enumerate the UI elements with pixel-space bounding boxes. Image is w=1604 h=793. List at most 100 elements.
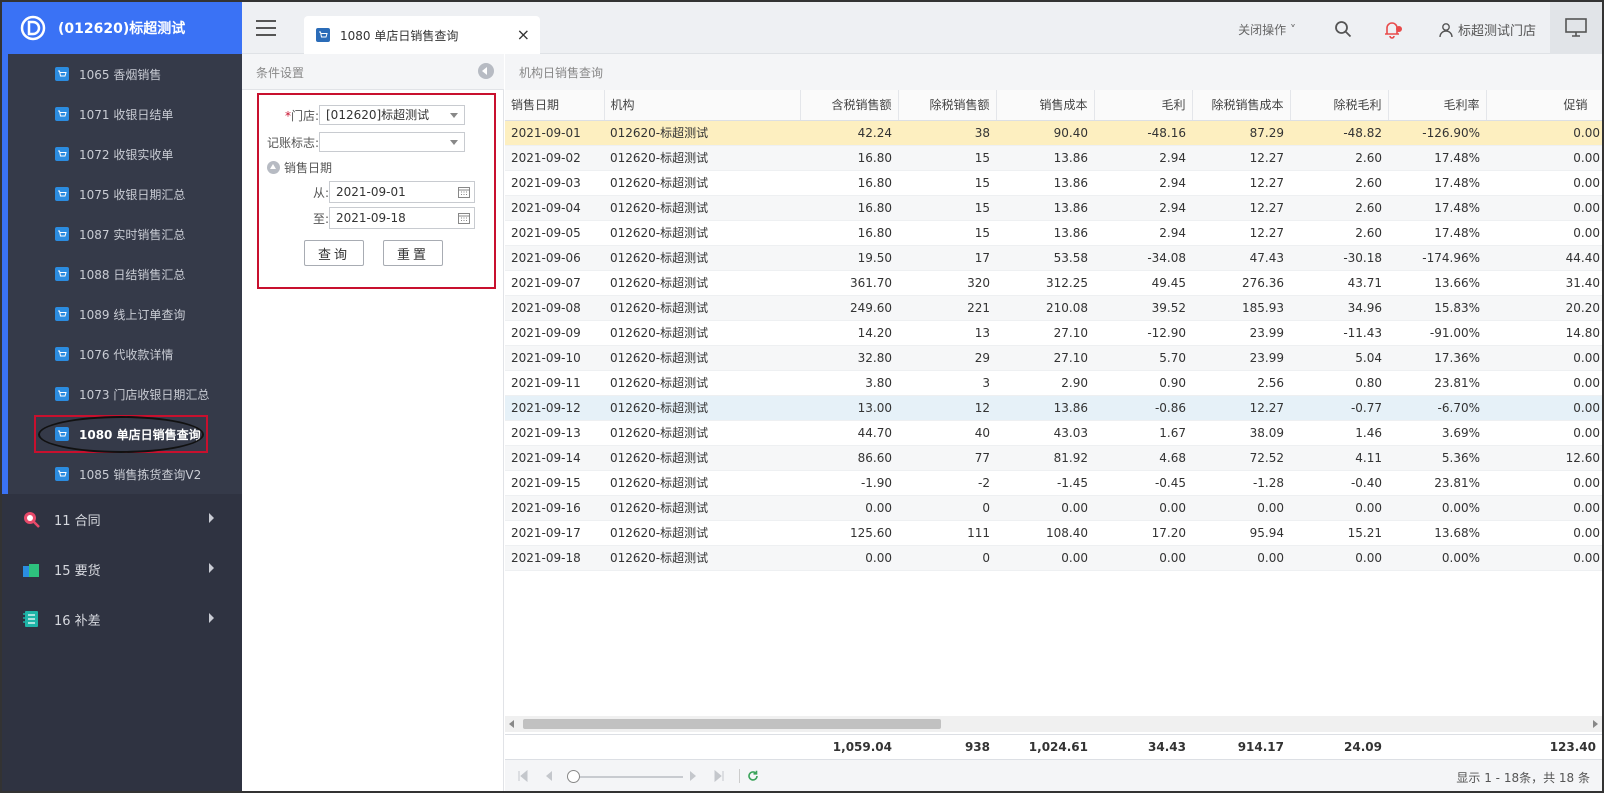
column-header[interactable]: 除税销售成本 [1192,90,1291,121]
table-cell: 4.11 [1290,445,1388,471]
sidebar-item-1075[interactable]: 1075 收银日期汇总 [2,174,242,214]
column-header[interactable]: 促销 [1486,90,1602,121]
sidebar-group-contract[interactable]: 11 合同 [2,494,242,544]
sidebar-item-1080[interactable]: 1080 单店日销售查询 [2,414,242,454]
scroll-right-icon[interactable] [1593,720,1598,728]
table-row[interactable]: 2021-09-07 012620-标超测试 361.70 320 312.25 49.4… [505,270,1602,296]
conditions-form: *门店: [012620]标超测试 记账标志: 销售日期 从: 2021-09-… [257,93,496,289]
sidebar-item-1087[interactable]: 1087 实时销售汇总 [2,214,242,254]
column-header[interactable]: 毛利 [1094,90,1193,121]
table-cell: 12 [898,395,996,421]
hamburger-menu-icon[interactable] [256,20,276,36]
query-button[interactable]: 查询 [304,240,364,266]
sidebar-item-label: 1072 收银实收单 [79,147,174,162]
table-cell: 012620-标超测试 [604,170,800,196]
sidebar-item-1076[interactable]: 1076 代收款详情 [2,334,242,374]
search-icon[interactable] [1334,20,1352,38]
table-cell: 5.70 [1094,345,1192,371]
refresh-icon[interactable] [747,770,759,782]
calendar-icon[interactable] [458,212,470,224]
to-row: 至: 2021-09-18 [259,207,475,229]
column-header[interactable]: 销售日期 [505,90,605,121]
horizontal-scrollbar[interactable] [505,716,1602,732]
table-cell: 12.27 [1192,195,1290,221]
page-slider-track[interactable] [571,776,683,778]
monitor-button[interactable] [1550,2,1602,54]
sidebar-item-1065[interactable]: 1065 香烟销售 [2,54,242,94]
next-page-icon[interactable] [687,770,699,782]
table-row[interactable]: 2021-09-05 012620-标超测试 16.80 15 13.86 2.94 12.… [505,220,1602,246]
table-row[interactable]: 2021-09-09 012620-标超测试 14.20 13 27.10 -12.90 2… [505,320,1602,346]
table-cell: 12.27 [1192,145,1290,171]
table-cell: 1.46 [1290,420,1388,446]
reset-button[interactable]: 重置 [383,240,443,266]
store-row: *门店: [012620]标超测试 [259,105,465,125]
calendar-icon[interactable] [458,186,470,198]
account-flag-select[interactable] [319,132,465,152]
scrollbar-thumb[interactable] [523,719,941,729]
collapse-left-icon[interactable] [478,63,494,79]
table-cell: 17.20 [1094,520,1192,546]
page-slider-handle[interactable] [567,770,580,783]
table-row[interactable]: 2021-09-15 012620-标超测试 -1.90 -2 -1.45 -0.45 -1… [505,470,1602,496]
table-row[interactable]: 2021-09-03 012620-标超测试 16.80 15 13.86 2.94 12.… [505,170,1602,196]
table-body: 2021-09-01 012620-标超测试 42.24 38 90.40 -48.16 8… [505,120,1602,571]
sidebar-item-1089[interactable]: 1089 线上订单查询 [2,294,242,334]
sale-date-section[interactable]: 销售日期 [267,159,332,176]
table-row[interactable]: 2021-09-04 012620-标超测试 16.80 15 13.86 2.94 12.… [505,195,1602,221]
table-cell: -12.90 [1094,320,1192,346]
caret-right-icon [209,563,214,573]
table-cell: 2.56 [1192,370,1290,396]
store-select[interactable]: [012620]标超测试 [319,105,465,125]
sidebar-item-1073[interactable]: 1073 门店收银日期汇总 [2,374,242,414]
sidebar-group-diff[interactable]: 16 补差 [2,594,242,644]
section-collapse-icon[interactable] [267,161,280,174]
column-header[interactable]: 毛利率 [1388,90,1487,121]
table-row[interactable]: 2021-09-02 012620-标超测试 16.80 15 13.86 2.94 12.… [505,145,1602,171]
sidebar-item-label: 1071 收银日结单 [79,107,174,122]
table-row[interactable]: 2021-09-08 012620-标超测试 249.60 221 210.08 39.5… [505,295,1602,321]
table-row[interactable]: 2021-09-10 012620-标超测试 32.80 29 27.10 5.70 23.… [505,345,1602,371]
brand-header[interactable]: (012620)标超测试 [2,2,242,54]
table-cell: 2021-09-12 [505,395,604,421]
table-row[interactable]: 2021-09-16 012620-标超测试 0.00 0 0.00 0.00 0.00 0.… [505,495,1602,521]
last-page-icon[interactable] [713,770,725,782]
totals-row: 1,059.04 938 1,024.61 34.43 914.17 24.09… [505,734,1602,760]
table-cell: 2.60 [1290,195,1388,221]
table-row[interactable]: 2021-09-06 012620-标超测试 19.50 17 53.58 -34.08 4… [505,245,1602,271]
column-header[interactable]: 除税销售额 [898,90,997,121]
prev-page-icon[interactable] [543,770,555,782]
table-row[interactable]: 2021-09-13 012620-标超测试 44.70 40 43.03 1.67 38.… [505,420,1602,446]
from-row: 从: 2021-09-01 [259,181,475,203]
tab-1080[interactable]: 1080 单店日销售查询 × [304,16,540,54]
column-header[interactable]: 含税销售额 [800,90,899,121]
column-header[interactable]: 除税毛利 [1290,90,1389,121]
table-row[interactable]: 2021-09-14 012620-标超测试 86.60 77 81.92 4.68 72.… [505,445,1602,471]
close-operations-dropdown[interactable]: 关闭操作 ˅ [1238,21,1296,38]
from-date-input[interactable]: 2021-09-01 [329,181,475,203]
sidebar-item-1071[interactable]: 1071 收银日结单 [2,94,242,134]
table-cell: 15.21 [1290,520,1388,546]
table-cell: 17 [898,245,996,271]
table-row[interactable]: 2021-09-18 012620-标超测试 0.00 0 0.00 0.00 0.00 0.… [505,545,1602,571]
scroll-left-icon[interactable] [509,720,514,728]
cart-icon [55,387,69,401]
first-page-icon[interactable] [517,770,529,782]
to-date-input[interactable]: 2021-09-18 [329,207,475,229]
sidebar-group-order[interactable]: 15 要货 [2,544,242,594]
sidebar-item-1088[interactable]: 1088 日结销售汇总 [2,254,242,294]
column-header[interactable]: 机构 [604,90,801,121]
table-row[interactable]: 2021-09-12 012620-标超测试 13.00 12 13.86 -0.86 12… [505,395,1602,421]
bell-icon[interactable] [1382,19,1404,39]
table-cell: 0.00 [1486,520,1602,546]
user-menu[interactable]: 标超测试门店 [1438,20,1536,39]
table-row[interactable]: 2021-09-01 012620-标超测试 42.24 38 90.40 -48.16 8… [505,120,1602,146]
table-row[interactable]: 2021-09-11 012620-标超测试 3.80 3 2.90 0.90 2.56 0.… [505,370,1602,396]
sidebar-item-1072[interactable]: 1072 收银实收单 [2,134,242,174]
column-header[interactable]: 销售成本 [996,90,1095,121]
table-cell: 23.81% [1388,370,1486,396]
table-cell: 111 [898,520,996,546]
close-icon[interactable]: × [517,25,530,44]
table-row[interactable]: 2021-09-17 012620-标超测试 125.60 111 108.40 17.2… [505,520,1602,546]
sidebar-item-1085[interactable]: 1085 销售拣货查询V2 [2,454,242,494]
